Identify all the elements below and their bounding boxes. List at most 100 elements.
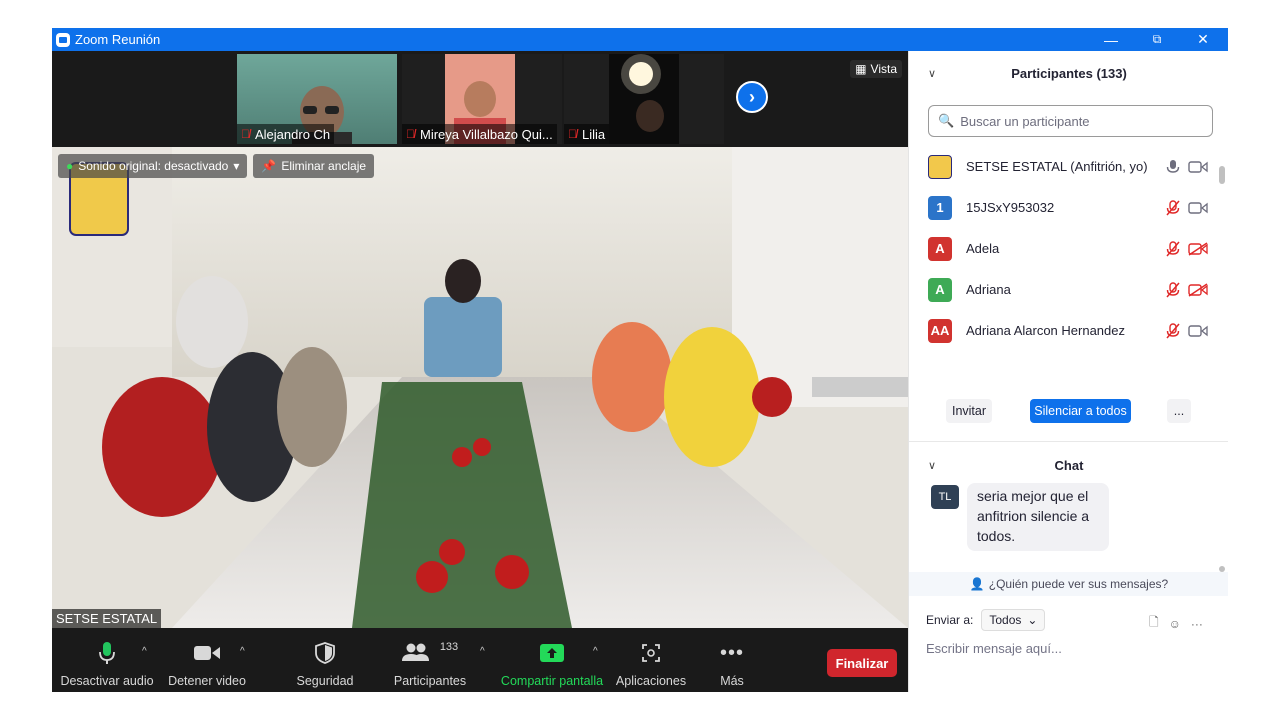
minimize-button[interactable]: — <box>1088 28 1134 51</box>
participants-label: Participantes <box>393 674 467 688</box>
muted-mic-icon[interactable] <box>1166 240 1180 257</box>
participant-row[interactable]: SETSE ESTATAL (Anfitrión, yo) <box>909 146 1228 187</box>
video-camera-icon[interactable] <box>1188 200 1208 216</box>
send-to-select[interactable]: Todos ⌄ <box>981 609 1046 631</box>
send-to-value: Todos <box>989 613 1022 627</box>
mute-audio-button[interactable]: Desactivar audio <box>60 628 154 692</box>
unpin-button[interactable]: 📌 Eliminar anclaje <box>253 154 375 178</box>
close-button[interactable]: ✕ <box>1180 28 1226 51</box>
microphone-icon[interactable] <box>1166 159 1180 175</box>
participant-thumbnail[interactable]: 🎙̸ Lilia <box>564 54 724 144</box>
mute-all-button[interactable]: Silenciar a todos <box>1030 399 1131 423</box>
more-dots-icon[interactable]: ··· <box>1191 617 1203 631</box>
sender-avatar: TL <box>931 485 959 509</box>
muted-mic-icon[interactable] <box>1166 281 1180 298</box>
who-can-see-link[interactable]: 👤 ¿Quién puede ver sus mensajes? <box>909 572 1228 596</box>
thumbnail-strip: 🎙̸ Alejandro Ch 🎙̸ Mireya Villalbazo Qui..… <box>52 51 908 147</box>
muted-mic-icon[interactable] <box>1166 199 1180 216</box>
more-dots-icon: ••• <box>719 641 744 664</box>
apps-label: Aplicaciones <box>615 674 687 688</box>
chevron-down-icon: ⌄ <box>1027 613 1038 627</box>
more-button[interactable]: ••• Más <box>712 628 752 692</box>
muted-mic-icon[interactable] <box>1166 322 1180 339</box>
original-sound-label: Sonido original: desactivado <box>78 159 229 173</box>
stop-video-button[interactable]: Detener video <box>167 628 247 692</box>
chevron-down-icon[interactable]: ▾ <box>233 159 239 173</box>
participant-row[interactable]: A Adela <box>909 228 1228 269</box>
participants-title: Participantes (133) <box>1011 65 1127 81</box>
participant-row[interactable]: AMAna Martinez <box>909 351 1228 358</box>
share-screen-label: Compartir pantalla <box>500 674 604 688</box>
participant-name: Alejandro Ch <box>255 126 331 142</box>
participant-name: Mireya Villalbazo Qui... <box>420 126 553 142</box>
thumbnail-label: 🎙̸ Mireya Villalbazo Qui... <box>402 124 557 144</box>
emoji-icon[interactable]: ☺ <box>1169 617 1181 631</box>
video-off-icon[interactable] <box>1188 282 1208 298</box>
person-lock-icon: 👤 <box>969 577 985 591</box>
more-options-button[interactable]: ... <box>1167 399 1191 423</box>
participant-name: SETSE ESTATAL (Anfitrión, yo) <box>966 159 1148 174</box>
muted-mic-icon: 🎙̸ <box>406 127 415 141</box>
collapse-chevron-icon[interactable]: ∨ <box>928 459 936 472</box>
participant-name: Lilia <box>582 126 606 142</box>
participant-avatar: A <box>928 236 952 261</box>
view-button[interactable]: ▦ Vista <box>850 60 902 78</box>
search-icon: 🔍 <box>938 113 955 128</box>
participants-count-badge: 133 <box>439 641 459 653</box>
participants-scrollbar[interactable] <box>1219 166 1225 184</box>
section-divider <box>909 441 1228 442</box>
participant-row[interactable]: 1 15JSxY953032 <box>909 187 1228 228</box>
participant-row[interactable]: A Adriana <box>909 269 1228 310</box>
participant-thumbnail[interactable]: 🎙̸ Mireya Villalbazo Qui... <box>402 54 562 144</box>
side-panel: ∨ Participantes (133) 🔍 Buscar un partic… <box>908 51 1228 692</box>
video-options-caret-icon[interactable]: ^ <box>240 646 245 657</box>
restore-button[interactable]: ⧉ <box>1134 28 1180 51</box>
meeting-toolbar: Desactivar audio ^ Detener video ^ Segur… <box>52 628 908 692</box>
participant-search-input[interactable]: 🔍 Buscar un participante <box>928 105 1213 137</box>
thumbnail-label: 🎙̸ Alejandro Ch <box>237 124 335 144</box>
chat-message-bubble: seria mejor que el anfitrion silencie a … <box>967 483 1109 551</box>
file-icon[interactable]: 🗋 <box>1149 613 1159 634</box>
shield-check-icon: ● <box>66 159 74 173</box>
participants-header: ∨ Participantes (133) <box>909 54 1228 92</box>
apps-icon <box>641 638 661 668</box>
share-options-caret-icon[interactable]: ^ <box>593 646 598 657</box>
send-to-row: Enviar a: Todos ⌄ <box>926 609 1046 631</box>
participant-name: Adela <box>966 241 1000 256</box>
participants-icon: 133 <box>401 638 459 668</box>
search-placeholder: Buscar un participante <box>960 113 1090 129</box>
apps-button[interactable]: Aplicaciones <box>614 628 688 692</box>
participant-thumbnail[interactable]: 🎙̸ Alejandro Ch <box>237 54 397 144</box>
participant-avatar: AA <box>928 318 952 343</box>
video-off-icon[interactable] <box>1188 241 1208 257</box>
participant-name: Adriana <box>966 282 1011 297</box>
video-controls: ● Sonido original: desactivado ▾ 📌 Eliminar… <box>58 154 375 178</box>
chat-message-input[interactable]: Escribir mensaje aquí... <box>926 641 1062 656</box>
stop-video-label: Detener video <box>168 674 246 688</box>
share-screen-icon <box>540 638 564 668</box>
video-camera-icon[interactable] <box>1188 323 1208 339</box>
participant-row[interactable]: AA Adriana Alarcon Hernandez <box>909 310 1228 351</box>
end-meeting-button[interactable]: Finalizar <box>827 649 897 677</box>
shield-icon <box>315 638 335 668</box>
video-camera-icon[interactable] <box>1188 159 1208 175</box>
audio-options-caret-icon[interactable]: ^ <box>142 646 147 657</box>
main-video[interactable]: ● Sonido original: desactivado ▾ 📌 Eliminar… <box>52 147 908 628</box>
who-can-see-label: ¿Quién puede ver sus mensajes? <box>988 577 1169 591</box>
chat-header: ∨ Chat <box>909 446 1228 484</box>
security-label: Seguridad <box>296 674 354 688</box>
unpin-label: Eliminar anclaje <box>281 159 367 173</box>
share-screen-button[interactable]: Compartir pantalla <box>500 628 604 692</box>
muted-mic-icon: 🎙̸ <box>241 127 250 141</box>
participant-avatar: A <box>928 277 952 302</box>
grid-icon: ▦ <box>855 62 867 76</box>
microphone-icon <box>97 638 117 668</box>
next-page-button[interactable]: › <box>736 81 768 113</box>
video-camera-icon <box>194 638 220 668</box>
invite-button[interactable]: Invitar <box>946 399 992 423</box>
participants-options-caret-icon[interactable]: ^ <box>480 646 485 657</box>
security-button[interactable]: Seguridad <box>292 628 358 692</box>
participants-button[interactable]: 133 Participantes <box>392 628 468 692</box>
original-sound-toggle[interactable]: ● Sonido original: desactivado ▾ <box>58 154 248 178</box>
collapse-chevron-icon[interactable]: ∨ <box>928 67 936 80</box>
